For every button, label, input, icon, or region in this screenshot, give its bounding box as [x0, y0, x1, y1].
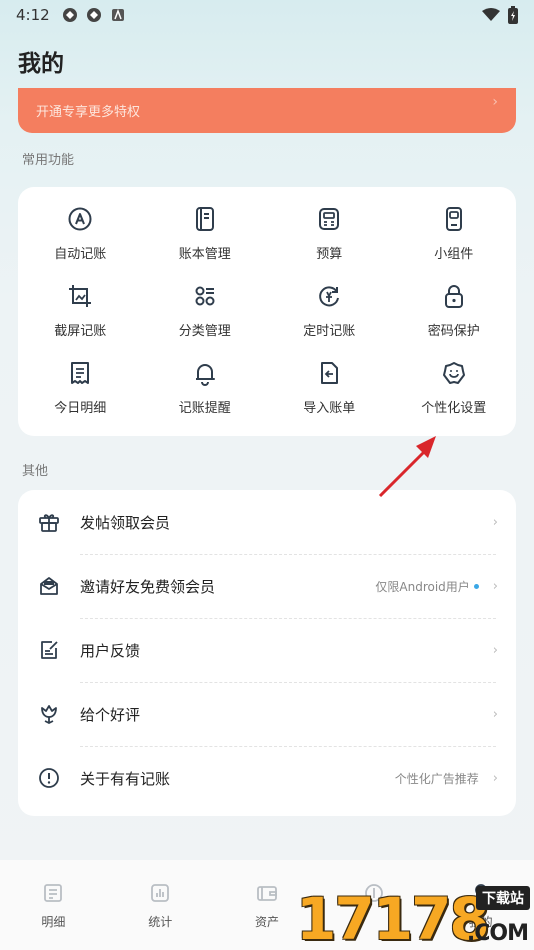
watermark-logo: 17178 下载站 .COM	[296, 884, 532, 950]
list-item-subtitle: 仅限Android用户	[375, 578, 479, 595]
timed-record-icon	[319, 286, 340, 307]
grid-label: 账本管理	[178, 247, 231, 262]
grid-item-import[interactable]: 导入账单	[267, 355, 392, 432]
stats-icon	[151, 884, 170, 902]
lock-icon	[444, 285, 463, 308]
grid-label: 分类管理	[178, 324, 231, 339]
list-item-invite[interactable]: 邀请好友免费领会员 仅限Android用户 ›	[18, 554, 516, 618]
tab-label: 资产	[254, 915, 279, 929]
grid-item-reminder[interactable]: 记账提醒	[143, 355, 268, 432]
function-grid: 自动记账 账本管理 预算 小组件 截屏记账 分类管理 定时记账 密码保护 今日明…	[18, 201, 516, 432]
chevron-right-icon: ›	[492, 706, 498, 722]
list-item-title: 发帖领取会员	[80, 513, 171, 532]
tab-label: 统计	[148, 915, 173, 929]
watermark-domain: .COM	[466, 921, 529, 946]
widget-icon	[445, 207, 462, 231]
app-notification-icon-2	[86, 8, 101, 22]
bell-icon	[195, 364, 215, 386]
annotation-arrow-icon	[378, 436, 436, 498]
grid-item-ledger[interactable]: 账本管理	[143, 201, 268, 278]
grid-item-category[interactable]: 分类管理	[143, 278, 268, 355]
list-item-about[interactable]: 关于有有记账 个性化广告推荐 ›	[18, 746, 516, 810]
common-functions-card: 自动记账 账本管理 预算 小组件 截屏记账 分类管理 定时记账 密码保护 今日明…	[18, 187, 516, 436]
new-dot-indicator	[473, 583, 479, 589]
watermark-top-text: 下载站	[476, 886, 530, 910]
chevron-right-icon: ›	[492, 642, 498, 658]
tab-stats[interactable]: 统计	[107, 860, 214, 950]
grid-item-widget[interactable]: 小组件	[392, 201, 517, 278]
detail-icon	[44, 884, 63, 902]
app-badge-icon	[111, 8, 124, 21]
wifi-icon	[482, 8, 500, 21]
grid-label: 今日明细	[54, 401, 107, 416]
list-item-title: 用户反馈	[80, 641, 141, 660]
auto-record-icon	[68, 207, 92, 231]
grid-label: 截屏记账	[54, 324, 107, 339]
chevron-right-icon: ›	[492, 578, 498, 594]
chevron-right-icon: ›	[492, 514, 498, 530]
invite-icon	[40, 577, 58, 595]
app-notification-icon	[62, 8, 77, 22]
info-icon	[39, 768, 59, 788]
grid-label: 记账提醒	[178, 401, 231, 416]
vip-banner[interactable]: 开通专享更多特权 ›	[18, 88, 516, 133]
grid-label: 小组件	[434, 247, 474, 262]
grid-item-screenshot[interactable]: 截屏记账	[18, 278, 143, 355]
grid-label: 定时记账	[303, 324, 356, 339]
praise-icon	[41, 705, 57, 725]
list-item-title: 关于有有记账	[80, 769, 171, 788]
grid-item-password[interactable]: 密码保护	[392, 278, 517, 355]
status-bar: 4:12	[0, 0, 534, 30]
ledger-icon	[195, 207, 214, 231]
personalize-icon	[442, 362, 465, 384]
watermark-digits: 17178	[296, 885, 490, 950]
tab-label: 明细	[41, 915, 66, 929]
grid-item-budget[interactable]: 预算	[267, 201, 392, 278]
today-detail-icon	[71, 362, 90, 384]
grid-label: 密码保护	[427, 324, 480, 339]
chevron-right-icon: ›	[492, 770, 498, 786]
grid-item-auto-record[interactable]: 自动记账	[18, 201, 143, 278]
grid-item-timed-record[interactable]: 定时记账	[267, 278, 392, 355]
budget-icon	[319, 208, 340, 230]
list-item-title: 给个好评	[80, 705, 141, 724]
tab-detail[interactable]: 明细	[0, 860, 107, 950]
section-label-common: 常用功能	[22, 153, 75, 168]
list-item-subtitle-text: 仅限Android用户	[375, 579, 470, 594]
category-icon	[195, 286, 215, 306]
gift-icon	[39, 514, 59, 532]
grid-label: 自动记账	[54, 247, 107, 262]
status-time: 4:12	[16, 6, 50, 24]
status-right	[482, 6, 518, 24]
vip-banner-text: 开通专享更多特权	[36, 105, 141, 120]
section-label-other: 其他	[22, 464, 49, 479]
list-item-praise[interactable]: 给个好评 ›	[18, 682, 516, 746]
wallet-icon	[257, 886, 277, 901]
list-item-title: 邀请好友免费领会员	[80, 577, 216, 596]
vip-chevron-icon: ›	[492, 93, 498, 110]
grid-item-today-detail[interactable]: 今日明细	[18, 355, 143, 432]
list-item-subtitle: 个性化广告推荐	[394, 771, 479, 786]
grid-label: 预算	[316, 247, 343, 262]
grid-label: 个性化设置	[421, 401, 487, 416]
grid-item-personalize[interactable]: 个性化设置	[392, 355, 517, 432]
grid-label: 导入账单	[303, 401, 356, 416]
page-title: 我的	[18, 51, 64, 77]
list-item-feedback[interactable]: 用户反馈 ›	[18, 618, 516, 682]
other-list-card: 发帖领取会员 › 邀请好友免费领会员 仅限Android用户 › 用户反馈 › …	[18, 490, 516, 816]
screenshot-icon	[69, 285, 92, 307]
import-icon	[321, 362, 339, 384]
feedback-icon	[41, 641, 58, 659]
battery-icon	[508, 6, 518, 24]
